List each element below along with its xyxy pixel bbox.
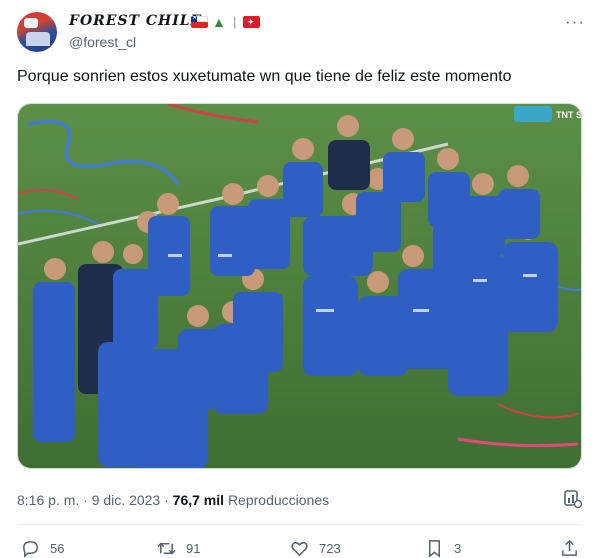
christmas-tree-icon: ▲ <box>212 14 226 30</box>
tweet-meta: 8:16 p. m. · 9 dic. 2023 · 76,7 mil Repr… <box>17 492 329 508</box>
reply-count: 56 <box>50 540 65 556</box>
watermark-text: TNT Sports <box>556 110 582 120</box>
red-flag-icon: ✦ <box>243 16 260 28</box>
reply-button[interactable]: 56 <box>21 538 64 558</box>
meta-dot: · <box>83 492 88 508</box>
bookmark-button[interactable]: 3 <box>425 538 461 558</box>
meta-dot: · <box>164 492 169 508</box>
like-button[interactable]: 723 <box>290 538 341 558</box>
share-button[interactable] <box>560 538 589 558</box>
tweet-photo[interactable]: TNT Sports <box>17 103 582 469</box>
chile-flag-icon: ★ <box>191 16 208 28</box>
separator: | <box>233 14 237 29</box>
avatar[interactable] <box>17 12 57 52</box>
avatar-detail <box>24 18 38 28</box>
tweet-text: Porque sonrien estos xuxetumate wn que t… <box>17 68 512 85</box>
tweet-time[interactable]: 8:16 p. m. <box>17 492 79 508</box>
like-count: 723 <box>319 540 341 556</box>
analytics-icon[interactable] <box>563 489 583 509</box>
bookmark-count: 3 <box>454 540 462 556</box>
retweet-button[interactable]: 91 <box>157 538 200 558</box>
team-photo: TNT Sports <box>18 104 582 468</box>
retweet-count: 91 <box>186 540 201 556</box>
views-label: Reproducciones <box>227 492 330 508</box>
more-options-icon[interactable]: ··· <box>565 12 585 32</box>
avatar-detail <box>26 32 50 46</box>
tweet-date[interactable]: 9 dic. 2023 <box>92 492 161 508</box>
views-count: 76,7 mil <box>172 492 225 508</box>
divider <box>17 524 582 525</box>
author-display-name[interactable]: FOREST CHILE <box>69 13 202 29</box>
author-handle[interactable]: @forest_cl <box>69 34 136 50</box>
